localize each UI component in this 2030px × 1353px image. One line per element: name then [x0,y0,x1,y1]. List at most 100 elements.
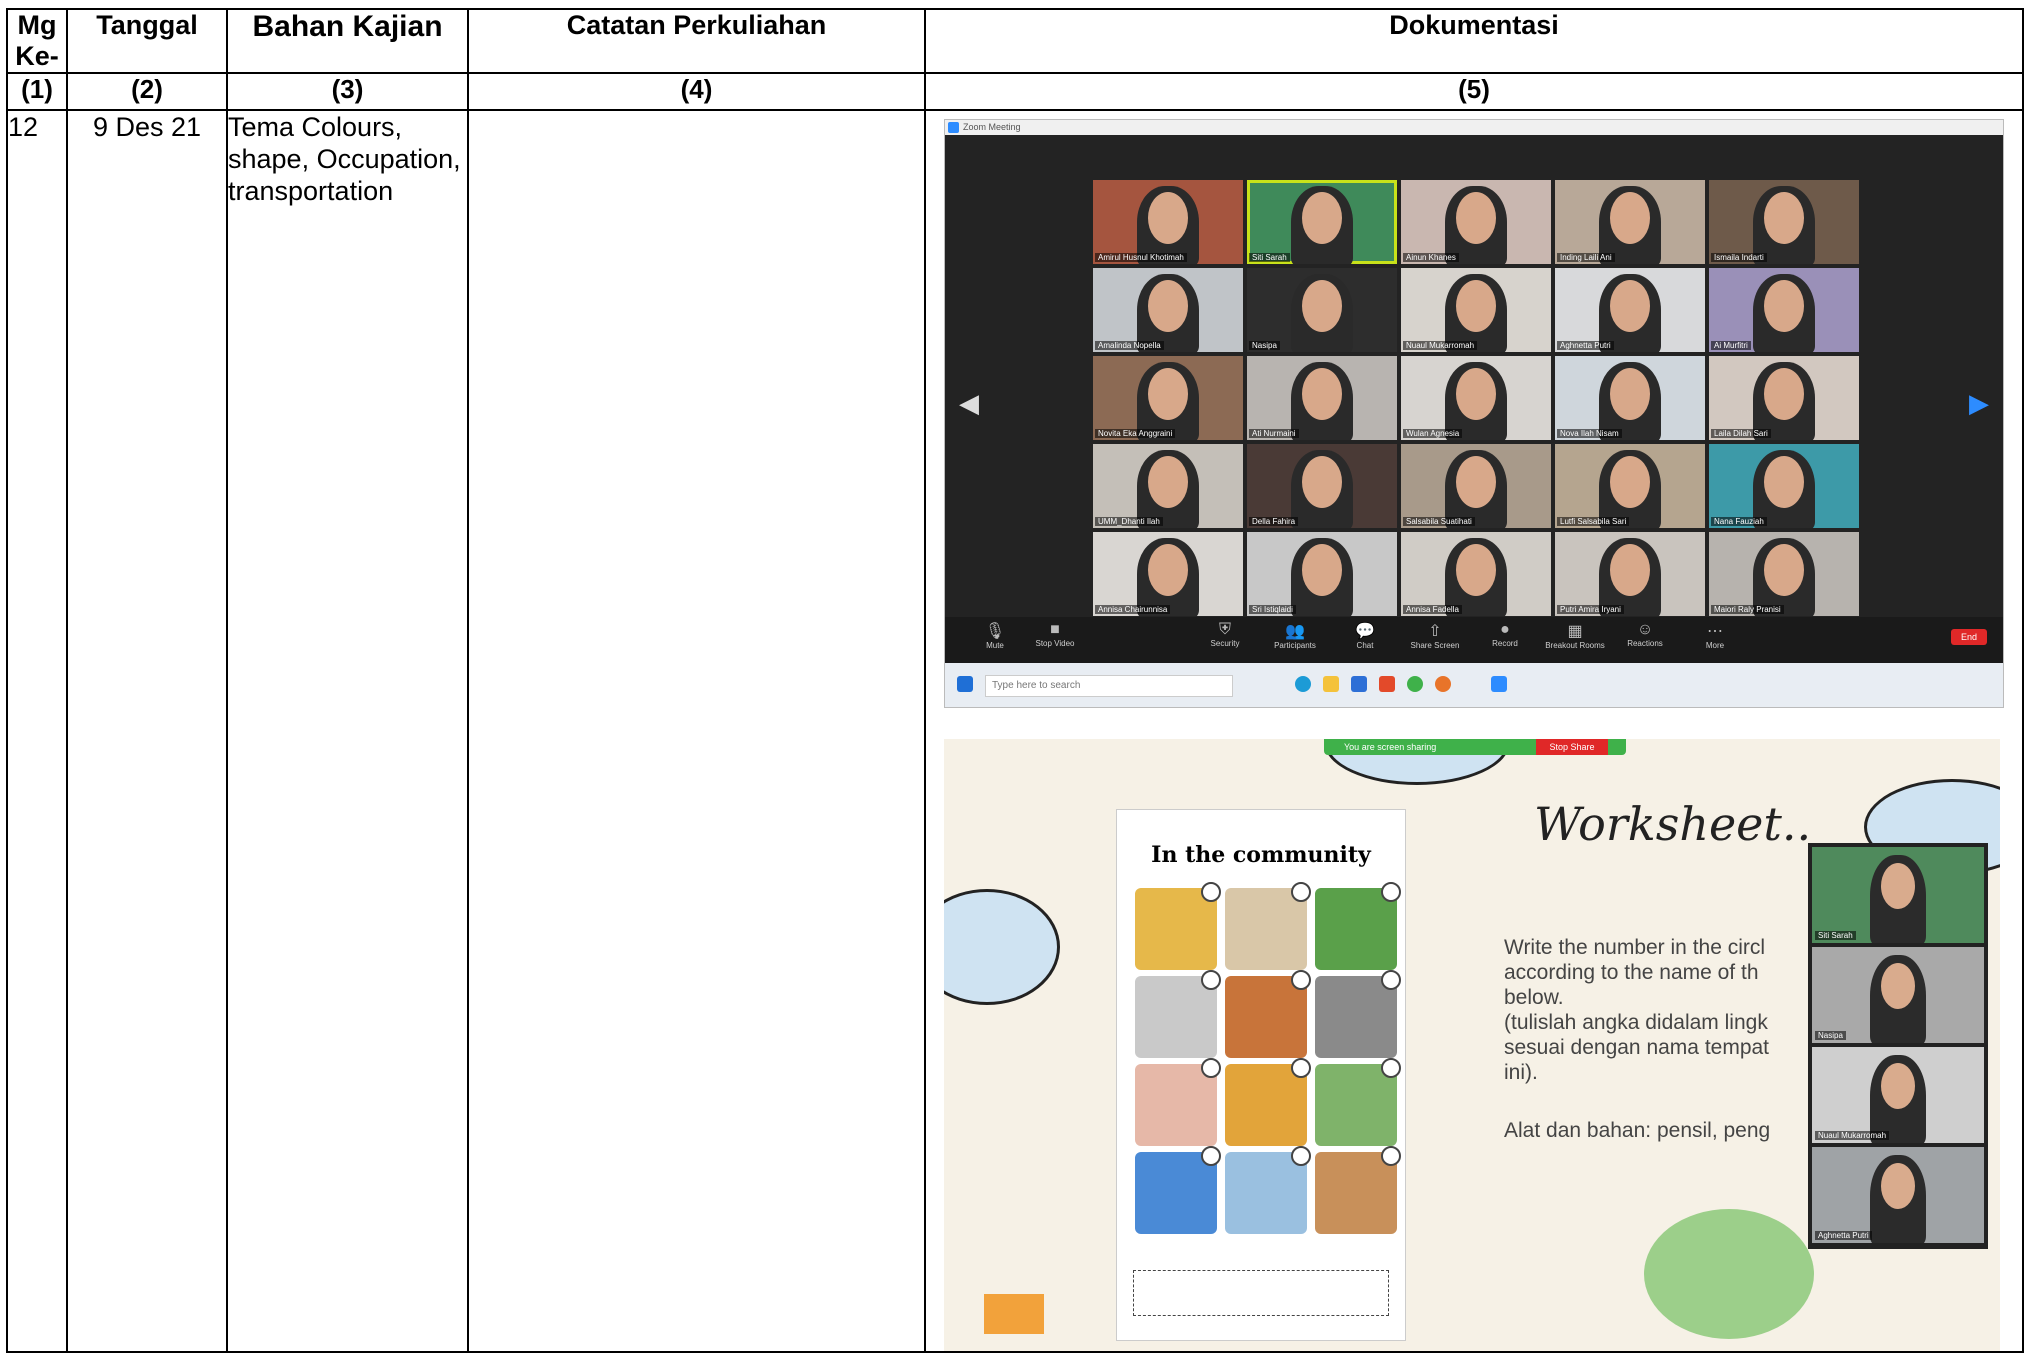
windows-taskbar: Type here to search [945,663,2003,707]
participant-name: Annisa Fadella [1403,605,1462,614]
edge-icon[interactable] [1295,676,1311,692]
community-place-picture [1225,970,1311,1058]
participant-tile[interactable]: Nana Fauziah [1709,444,1859,528]
gallery-video-tile[interactable]: Nasipa [1812,947,1984,1043]
participant-name: Amalinda Nopella [1095,341,1164,350]
participant-tile[interactable]: Ainun Khanes [1401,180,1551,264]
flower-pot-illustration [984,1294,1044,1334]
header-catatan: Catatan Perkuliahan [467,8,926,74]
participant-tile[interactable]: Amirul Husnul Khotimah [1093,180,1243,264]
toolbar-button-more[interactable]: ⋯ More [1685,621,1745,650]
col-number-1: (1) [6,72,68,111]
participant-face [1881,1163,1915,1209]
col-number-4: (4) [467,72,926,111]
gallery-video-tile[interactable]: Aghnetta Putri [1812,1147,1984,1243]
toolbar-button-participants[interactable]: 👥 Participants [1265,621,1325,650]
cell-catatan [467,109,926,1353]
participant-face [1881,863,1915,909]
participant-tile[interactable]: Putri Amira Iryani [1555,532,1705,616]
folder-icon[interactable] [1323,676,1339,692]
participant-name: Sri Istiqlaidi [1249,605,1296,614]
participant-tile[interactable]: Nasipa [1247,268,1397,352]
gallery-video-tile[interactable]: Siti Sarah [1812,847,1984,943]
participant-tile[interactable]: Annisa Fadella [1401,532,1551,616]
community-place-picture [1135,1146,1221,1234]
cell-bahan-kajian: Tema Colours, shape, Occupation, transpo… [226,109,469,1353]
zoom-taskbar-icon[interactable] [1491,676,1507,692]
participant-name: Ainun Khanes [1403,253,1459,262]
toolbar-button-mute[interactable]: 🎙 Mute [965,621,1025,650]
col-number-3: (3) [226,72,469,111]
documentation-area: Zoom Meeting ◀ ▶ Amirul Husnul Khotimah S… [926,111,2022,1351]
app-icon[interactable] [1435,676,1451,692]
zoom-toolbar: End 🎙 Mute ■ Stop Video ⛨ Security 👥 Participan… [945,617,2003,663]
participant-tile[interactable]: Salsabila Suatihati [1401,444,1551,528]
col-number-5: (5) [924,72,2024,111]
video-gallery-strip: Siti Sarah Nasipa Nuaul Mukarromah Aghnetta… [1808,843,1988,1249]
participant-tile[interactable]: Aghnetta Putri [1555,268,1705,352]
toolbar-label: Record [1492,639,1518,648]
participant-tile[interactable]: Nuaul Mukarromah [1401,268,1551,352]
gallery-video-tile[interactable]: Nuaul Mukarromah [1812,1047,1984,1143]
participant-face [1302,280,1342,332]
participant-tile[interactable]: Maiori Raly Pranisi [1709,532,1859,616]
participant-tile[interactable]: Ati Nurmaini [1247,356,1397,440]
participant-face [1456,544,1496,596]
participant-tile[interactable]: Ismaila Indarti [1709,180,1859,264]
zoom-titlebar: Zoom Meeting [945,120,2003,135]
chrome-icon[interactable] [1407,676,1423,692]
participant-tile[interactable]: UMM_Dhanti Ilah [1093,444,1243,528]
participant-name: Salsabila Suatihati [1403,517,1475,526]
community-place-picture [1225,1058,1311,1146]
participant-name: Lutfi Salsabila Sari [1557,517,1630,526]
participant-tile[interactable]: Della Fahira [1247,444,1397,528]
participant-tile[interactable]: Novita Eka Anggraini [1093,356,1243,440]
community-place-picture [1135,970,1221,1058]
participant-name: Nova Ilah Nisam [1557,429,1622,438]
store-icon[interactable] [1351,676,1367,692]
toolbar-label: Share Screen [1410,641,1460,650]
participant-tile[interactable]: Laila Dilah Sari [1709,356,1859,440]
toolbar-label: Breakout Rooms [1545,641,1605,650]
toolbar-button-share-screen[interactable]: ⇧ Share Screen [1405,621,1465,650]
participant-face [1881,1063,1915,1109]
end-meeting-button[interactable]: End [1950,629,1987,645]
participant-face [1881,963,1915,1009]
participant-tile[interactable]: Lutfi Salsabila Sari [1555,444,1705,528]
worksheet-instructions: Write the number in the circl according … [1504,936,1770,1084]
toolbar-button-breakout-rooms[interactable]: ▦ Breakout Rooms [1545,621,1605,650]
participant-tile[interactable]: Annisa Chairunnisa [1093,532,1243,616]
toolbar-button-security[interactable]: ⛨ Security [1195,621,1255,648]
participant-face [1764,456,1804,508]
reactions-icon: ☺ [1636,621,1654,638]
participant-tile[interactable]: Inding Laili Ani [1555,180,1705,264]
stop-video-icon: ■ [1050,621,1060,638]
next-page-icon[interactable]: ▶ [1969,388,1989,419]
toolbar-button-record[interactable]: ● Record [1475,621,1535,648]
stop-share-button[interactable]: Stop Share [1536,739,1608,755]
participant-tile[interactable]: Sri Istiqlaidi [1247,532,1397,616]
header-mg: Mg Ke- [6,8,68,74]
participant-face [1764,544,1804,596]
participant-name: Nuaul Mukarromah [1403,341,1478,350]
participant-name: Siti Sarah [1249,253,1290,262]
taskbar-search-input[interactable]: Type here to search [985,675,1233,697]
participant-tile[interactable]: Ai Murfitri [1709,268,1859,352]
toolbar-button-chat[interactable]: 💬 Chat [1335,621,1395,650]
cell-tanggal: 9 Des 21 [66,109,228,1353]
windows-start-icon[interactable] [957,676,973,692]
participant-grid: Amirul Husnul Khotimah Siti Sarah Ainun Kh… [1093,180,1859,616]
participant-name: Inding Laili Ani [1557,253,1615,262]
participant-name: Siti Sarah [1815,931,1856,940]
col-number-2: (2) [66,72,228,111]
toolbar-button-reactions[interactable]: ☺ Reactions [1615,621,1675,648]
participant-tile[interactable]: Siti Sarah [1247,180,1397,264]
participant-tile[interactable]: Wulan Agnesia [1401,356,1551,440]
prev-page-icon[interactable]: ◀ [959,388,979,419]
participant-tile[interactable]: Amalinda Nopella [1093,268,1243,352]
community-pictures [1135,882,1401,1234]
toolbar-button-stop-video[interactable]: ■ Stop Video [1025,621,1085,648]
participant-tile[interactable]: Nova Ilah Nisam [1555,356,1705,440]
participant-face [1302,544,1342,596]
office-icon[interactable] [1379,676,1395,692]
